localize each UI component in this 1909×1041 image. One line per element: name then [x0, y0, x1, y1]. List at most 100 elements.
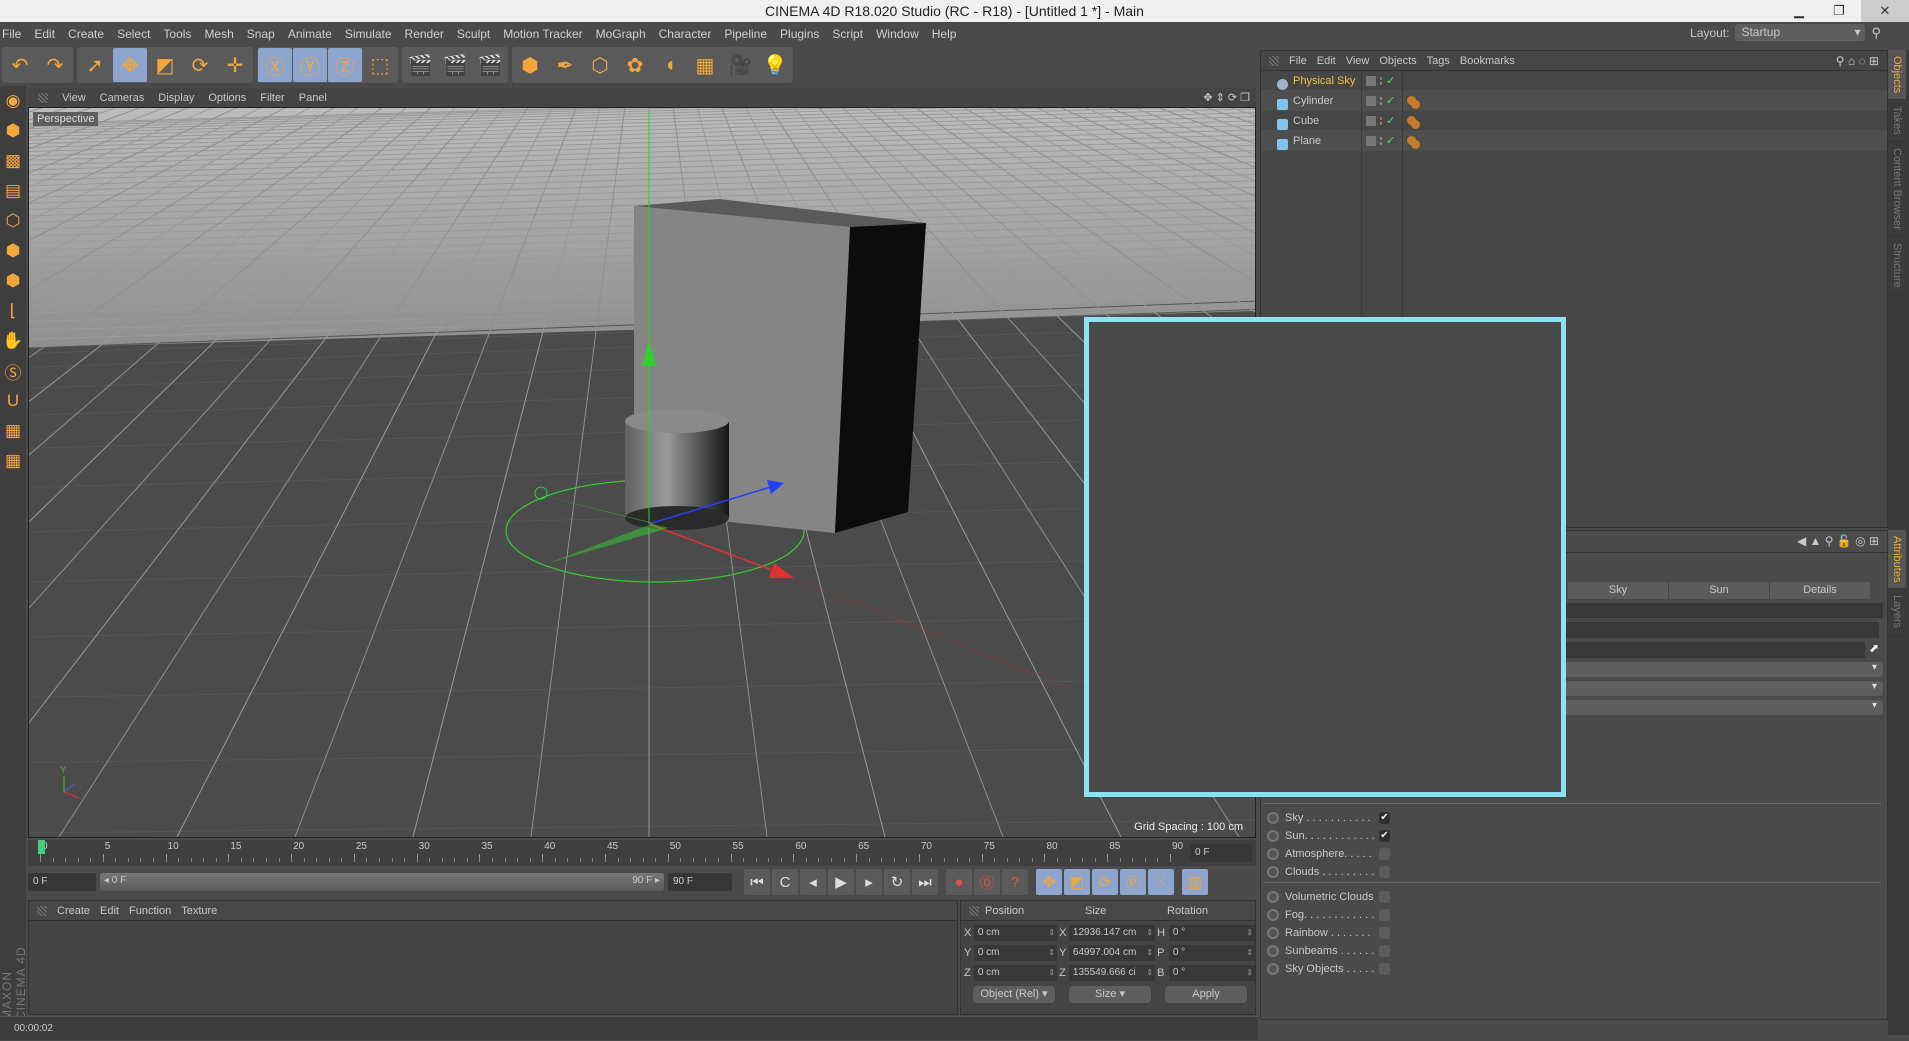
make-editable-button[interactable]: ◉: [0, 86, 26, 116]
tweak-mode-button[interactable]: ✋: [0, 326, 26, 356]
material-menu-texture[interactable]: Texture: [181, 905, 217, 917]
snap-button[interactable]: U: [0, 386, 26, 416]
position-x-field[interactable]: 0 cm: [973, 925, 1058, 941]
object-menu-file[interactable]: File: [1289, 55, 1307, 67]
dropdown-2[interactable]: [1561, 681, 1883, 696]
menu-file[interactable]: File: [2, 27, 21, 41]
menu-select[interactable]: Select: [117, 27, 150, 41]
menu-render[interactable]: Render: [405, 27, 444, 41]
timeline-ruler[interactable]: 051015202530354045505560657075808590 0 F: [28, 840, 1256, 866]
dropdown-3[interactable]: [1561, 700, 1883, 715]
polygons-mode-button[interactable]: ⬢: [0, 266, 26, 296]
y-axis-button[interactable]: Ⓨ: [293, 48, 327, 82]
tab-objects[interactable]: Objects: [1888, 50, 1906, 101]
next-frame-button[interactable]: ▸: [856, 869, 882, 895]
menu-script[interactable]: Script: [832, 27, 863, 41]
dropdown-1[interactable]: [1561, 662, 1883, 677]
attribute-checkbox[interactable]: [1379, 866, 1390, 878]
edges-mode-button[interactable]: ⬢: [0, 236, 26, 266]
object-menu-view[interactable]: View: [1346, 55, 1370, 67]
object-name[interactable]: Plane: [1293, 135, 1321, 147]
menu-tools[interactable]: Tools: [163, 27, 191, 41]
menu-simulate[interactable]: Simulate: [345, 27, 392, 41]
menu-create[interactable]: Create: [68, 27, 104, 41]
attribute-nav-icons[interactable]: ◀ ▲ ⚲ 🔓 ◎ ⊞: [1797, 534, 1879, 548]
viewport-perspective[interactable]: Y Perspective Grid Spacing : 100 cm: [28, 107, 1256, 838]
menu-mograph[interactable]: MoGraph: [596, 27, 646, 41]
viewport-menu-view[interactable]: View: [62, 92, 86, 104]
layout-dropdown[interactable]: Startup: [1735, 24, 1866, 41]
material-menu-create[interactable]: Create: [57, 905, 90, 917]
attribute-checkbox[interactable]: [1379, 945, 1390, 957]
tab-structure[interactable]: Structure: [1888, 237, 1906, 295]
light-button[interactable]: 💡: [758, 48, 792, 82]
rotation-b-field[interactable]: 0 °: [1168, 965, 1256, 981]
animation-radio[interactable]: [1267, 812, 1279, 824]
texture-mode-button[interactable]: ▩: [0, 146, 26, 176]
object-name[interactable]: Cylinder: [1293, 95, 1333, 107]
phong-tag-icon[interactable]: [1407, 96, 1416, 105]
menu-edit[interactable]: Edit: [34, 27, 55, 41]
menu-plugins[interactable]: Plugins: [780, 27, 819, 41]
size-y-field[interactable]: 64997.004 cm: [1068, 945, 1156, 961]
pick-cursor-icon[interactable]: ⬈: [1869, 641, 1879, 655]
panel-grip[interactable]: [38, 92, 48, 103]
size-x-field[interactable]: 12936.147 cm: [1068, 925, 1156, 941]
x-axis-button[interactable]: Ⓧ: [258, 48, 292, 82]
link-field[interactable]: [1561, 642, 1865, 658]
tab-content-browser[interactable]: Content Browser: [1888, 142, 1906, 237]
animation-radio[interactable]: [1267, 866, 1279, 878]
animation-radio[interactable]: [1267, 927, 1279, 939]
coordinate-mode-dropdown[interactable]: Object (Rel) ▾: [973, 986, 1055, 1003]
attribute-checkbox[interactable]: [1379, 963, 1390, 975]
tab-takes[interactable]: Takes: [1888, 100, 1906, 143]
workplane-lock-button[interactable]: ▦: [0, 416, 26, 446]
axis-mode-button[interactable]: ⌊: [0, 296, 26, 326]
recent-tool-button[interactable]: ✛: [218, 48, 252, 82]
start-frame-field[interactable]: 0 F: [28, 873, 96, 891]
play-button[interactable]: ▶: [828, 869, 854, 895]
position-y-field[interactable]: 0 cm: [973, 945, 1058, 961]
end-frame-field[interactable]: 90 F: [668, 873, 732, 891]
phong-tag-icon[interactable]: [1407, 136, 1416, 145]
object-row-cylinder[interactable]: Cylinder ✓: [1261, 90, 1887, 111]
menu-motion-tracker[interactable]: Motion Tracker: [503, 27, 582, 41]
record-active-objects-button[interactable]: ●: [946, 869, 972, 895]
animation-radio[interactable]: [1267, 848, 1279, 860]
menu-snap[interactable]: Snap: [247, 27, 275, 41]
animation-radio[interactable]: [1267, 963, 1279, 975]
rotation-p-field[interactable]: 0 °: [1168, 945, 1256, 961]
search-icon[interactable]: ⚲: [1871, 25, 1881, 41]
playhead[interactable]: [38, 840, 45, 854]
attribute-tab-details[interactable]: Details: [1770, 582, 1871, 599]
attribute-tab-sun[interactable]: Sun: [1669, 582, 1770, 599]
close-button[interactable]: ✕: [1861, 0, 1909, 22]
object-row-plane[interactable]: Plane ✓: [1261, 130, 1887, 151]
attribute-checkbox[interactable]: [1379, 848, 1390, 860]
render-settings-button[interactable]: 🎬: [473, 48, 507, 82]
object-name[interactable]: Physical Sky: [1293, 75, 1355, 87]
render-picture-viewer-button[interactable]: 🎬: [438, 48, 472, 82]
camera-button[interactable]: 🎥: [723, 48, 757, 82]
attribute-checkbox[interactable]: ✔: [1379, 812, 1390, 824]
viewport-menu-cameras[interactable]: Cameras: [100, 92, 145, 104]
viewport-navigation-icons[interactable]: ✥ ⇕ ⟳ ❐: [1203, 91, 1250, 104]
viewport-menu-options[interactable]: Options: [208, 92, 246, 104]
menu-animate[interactable]: Animate: [288, 27, 332, 41]
preview-range-slider[interactable]: ◂ 0 F 90 F ▸: [100, 873, 664, 891]
next-key-button[interactable]: ↻: [884, 869, 910, 895]
menu-character[interactable]: Character: [659, 27, 712, 41]
attribute-checkbox[interactable]: [1379, 927, 1390, 939]
record-rotation-button[interactable]: ⟳: [1092, 869, 1118, 895]
menu-sculpt[interactable]: Sculpt: [457, 27, 490, 41]
viewport-menu-panel[interactable]: Panel: [299, 92, 327, 104]
panel-grip[interactable]: [1269, 55, 1279, 66]
size-mode-dropdown[interactable]: Size ▾: [1069, 986, 1151, 1003]
deformer-button[interactable]: ◖: [653, 48, 687, 82]
pen-spline-button[interactable]: ✒: [548, 48, 582, 82]
menu-mesh[interactable]: Mesh: [204, 27, 233, 41]
live-selection-button[interactable]: ➚: [78, 48, 112, 82]
move-button[interactable]: ✥: [113, 48, 147, 82]
scale-button[interactable]: ◩: [148, 48, 182, 82]
name-field[interactable]: [1561, 622, 1879, 638]
